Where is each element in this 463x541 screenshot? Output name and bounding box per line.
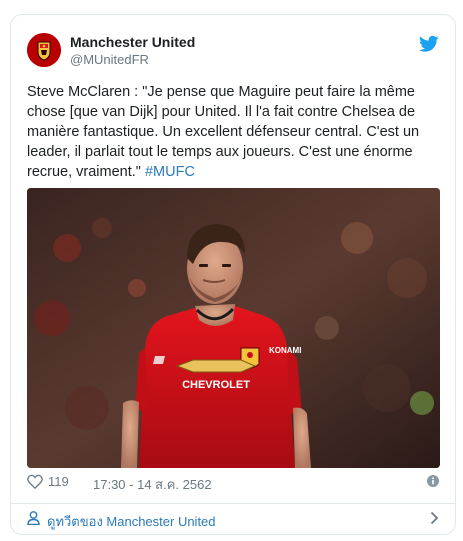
- sleeve-sponsor-text: KONAMI: [269, 346, 301, 355]
- tweet-photo[interactable]: CHEVROLET KONAMI: [27, 188, 440, 468]
- jersey-sponsor-text: CHEVROLET: [182, 379, 250, 391]
- tweet-footer: 119 17:30 - 14 ส.ค. 2562: [27, 472, 439, 494]
- player-photo: CHEVROLET KONAMI: [27, 188, 440, 468]
- like-count[interactable]: 119: [48, 474, 69, 489]
- author-names: Manchester United @MUnitedFR: [70, 34, 195, 68]
- timestamp-link[interactable]: 17:30 - 14 ส.ค. 2562: [93, 474, 212, 495]
- view-more-tweets-link[interactable]: ดูทวีตของ Manchester United: [27, 506, 439, 534]
- handle[interactable]: @MUnitedFR: [70, 51, 195, 68]
- tweet-header: Manchester United @MUnitedFR: [27, 33, 439, 73]
- tweet-text: Steve McClaren : "Je pense que Maguire p…: [27, 82, 422, 182]
- heart-icon[interactable]: [27, 474, 43, 489]
- info-icon[interactable]: [427, 475, 439, 487]
- embedded-tweet-card: Manchester United @MUnitedFR Steve McCla…: [10, 14, 456, 535]
- club-crest-icon: [27, 33, 61, 67]
- person-icon: [27, 511, 40, 525]
- avatar[interactable]: [27, 33, 61, 67]
- tweet-body: Steve McClaren : "Je pense que Maguire p…: [27, 84, 420, 180]
- footer-divider: [11, 503, 455, 504]
- hashtag-link[interactable]: #MUFC: [145, 164, 195, 180]
- view-more-label: ดูทวีตของ Manchester United: [47, 514, 216, 529]
- twitter-bird-icon[interactable]: [419, 35, 439, 53]
- display-name[interactable]: Manchester United: [70, 34, 195, 51]
- chevron-right-icon: [430, 511, 439, 525]
